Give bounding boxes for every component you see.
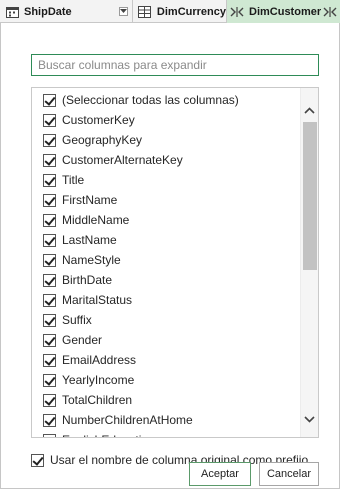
column-checkbox[interactable]: [43, 393, 56, 407]
column-label: NumberChildrenAtHome: [62, 413, 193, 427]
column-label: NameStyle: [62, 253, 121, 267]
column-label: EnglishEducation: [62, 433, 155, 437]
column-label: MaritalStatus: [62, 293, 133, 307]
column-list-item[interactable]: MiddleName: [43, 210, 129, 230]
column-list: (Seleccionar todas las columnas) Customer…: [31, 87, 319, 438]
column-list-item[interactable]: Title: [43, 170, 84, 190]
search-columns-input[interactable]: [31, 54, 319, 76]
column-label: Suffix: [62, 313, 92, 327]
column-list-item[interactable]: BirthDate: [43, 270, 112, 290]
column-checkbox[interactable]: [43, 273, 56, 287]
column-checkbox[interactable]: [43, 193, 56, 207]
column-checkbox[interactable]: [43, 333, 56, 347]
column-checkbox[interactable]: [43, 153, 56, 167]
column-list-item[interactable]: Suffix: [43, 310, 92, 330]
column-label: (Seleccionar todas las columnas): [62, 93, 239, 107]
column-label: CustomerKey: [62, 113, 135, 127]
column-list-item[interactable]: TotalChildren: [43, 390, 132, 410]
column-list-item[interactable]: CustomerAlternateKey: [43, 150, 183, 170]
column-checkbox[interactable]: [43, 173, 56, 187]
column-header-dimcurrency[interactable]: DimCurrency: [133, 0, 227, 23]
column-list-item[interactable]: YearlyIncome: [43, 370, 134, 390]
cancel-button[interactable]: Cancelar: [259, 462, 319, 486]
column-list-item[interactable]: Gender: [43, 330, 102, 350]
calendar-icon: [4, 5, 20, 19]
column-checkbox[interactable]: [43, 313, 56, 327]
column-list-item[interactable]: EmailAddress: [43, 350, 136, 370]
column-list-item[interactable]: NumberChildrenAtHome: [43, 410, 193, 430]
expand-columns-icon[interactable]: [229, 5, 245, 19]
column-label: LastName: [62, 233, 117, 247]
column-header-label: ShipDate: [24, 5, 72, 18]
column-label: FirstName: [62, 193, 118, 207]
column-header-row: ShipDate DimCurrency DimCustomer: [0, 0, 340, 23]
column-list-item[interactable]: EnglishEducation: [43, 430, 155, 437]
column-label: TotalChildren: [62, 393, 133, 407]
column-label: GeographyKey: [62, 133, 143, 147]
scroll-up-icon[interactable]: [301, 101, 318, 119]
column-checkbox[interactable]: [43, 293, 56, 307]
column-label: Gender: [62, 333, 103, 347]
column-label: Title: [62, 173, 85, 187]
column-checkbox[interactable]: [43, 253, 56, 267]
column-checkbox[interactable]: [43, 213, 56, 227]
column-label: MiddleName: [62, 213, 130, 227]
column-checkbox[interactable]: [43, 133, 56, 147]
column-label: YearlyIncome: [62, 373, 135, 387]
filter-dropdown-icon[interactable]: [119, 7, 128, 16]
column-list-item[interactable]: NameStyle: [43, 250, 121, 270]
column-label: CustomerAlternateKey: [62, 153, 183, 167]
column-checkbox[interactable]: [43, 113, 56, 127]
column-label: EmailAddress: [62, 353, 137, 367]
column-header-shipdate[interactable]: ShipDate: [0, 0, 133, 23]
column-list-item[interactable]: GeographyKey: [43, 130, 142, 150]
column-checkbox[interactable]: [43, 93, 56, 107]
column-checkbox[interactable]: [43, 413, 56, 427]
scroll-down-icon[interactable]: [301, 410, 318, 428]
column-header-label: DimCustomer: [249, 5, 322, 18]
column-checkbox[interactable]: [43, 233, 56, 247]
column-header-dimcustomer[interactable]: DimCustomer: [227, 0, 340, 23]
scrollbar-thumb[interactable]: [303, 122, 317, 270]
expand-columns-icon[interactable]: [322, 5, 338, 19]
column-checkbox[interactable]: [43, 353, 56, 367]
column-list-item[interactable]: LastName: [43, 230, 117, 250]
table-icon: [137, 5, 153, 19]
use-prefix-checkbox[interactable]: [31, 453, 44, 467]
expand-columns-panel: (Seleccionar todas las columnas) Customer…: [0, 23, 340, 489]
select-all-columns-item[interactable]: (Seleccionar todas las columnas): [43, 90, 239, 110]
column-checkbox[interactable]: [43, 433, 56, 437]
column-label: BirthDate: [62, 273, 113, 287]
column-header-label: DimCurrency: [156, 5, 226, 18]
column-checkbox[interactable]: [43, 373, 56, 387]
accept-button[interactable]: Aceptar: [189, 462, 251, 486]
column-list-item[interactable]: MaritalStatus: [43, 290, 132, 310]
column-list-scrollbar[interactable]: [300, 88, 318, 437]
column-list-item[interactable]: CustomerKey: [43, 110, 135, 130]
column-list-item[interactable]: FirstName: [43, 190, 117, 210]
